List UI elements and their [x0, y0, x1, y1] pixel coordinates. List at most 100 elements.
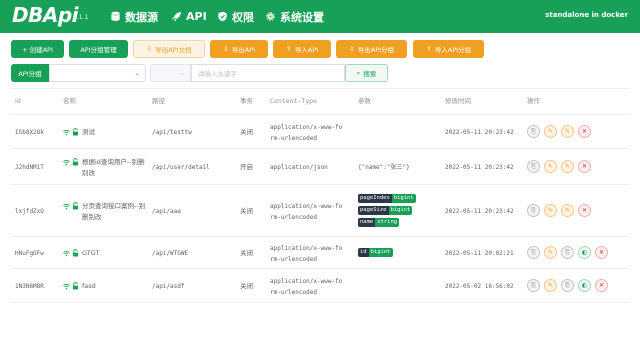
delete-button[interactable]: ✕: [578, 160, 591, 173]
import-api-label: 导入API: [294, 46, 319, 54]
copy-button[interactable]: ⎘: [527, 125, 540, 138]
col-header-path: 路径: [152, 97, 165, 105]
rocket-icon: [171, 12, 181, 21]
import-api-button[interactable]: ⇧ 导入API: [273, 40, 331, 58]
edit-button[interactable]: ✎: [561, 160, 574, 173]
edit-button[interactable]: ✎: [561, 204, 574, 217]
delete-icon: ✕: [598, 282, 605, 289]
api-transaction: 关闭: [240, 282, 253, 290]
edit-icon: ✎: [547, 128, 554, 135]
row-actions: ⎘ ✎ ⎘ ◐ ✕: [527, 246, 608, 259]
content-type-line: rm-urlencoded: [270, 214, 317, 221]
group-select[interactable]: ⌄: [49, 64, 146, 82]
content-type-line: rm-urlencoded: [270, 289, 317, 296]
row-actions: ⎘ ✎ ✎ ✕: [527, 204, 591, 217]
api-path: /api/user/detail: [152, 164, 210, 171]
lock-icon: [72, 202, 79, 210]
api-name[interactable]: 根据id查询用户--别删别改: [82, 157, 149, 179]
api-transaction: 开启: [240, 163, 253, 171]
name-icons: [63, 282, 79, 290]
toggle-button[interactable]: ◐: [578, 279, 591, 292]
delete-icon: ✕: [581, 128, 588, 135]
api-content-type: application/json: [270, 162, 356, 173]
wifi-icon: [63, 283, 70, 289]
upload-icon: ⇧: [285, 45, 292, 53]
copy-button[interactable]: ⎘: [527, 160, 540, 173]
copy-icon: ⎘: [531, 127, 536, 135]
delete-icon: ✕: [581, 163, 588, 170]
copy-button[interactable]: ⎘: [561, 279, 574, 292]
delete-button[interactable]: ✕: [578, 204, 591, 217]
delete-button[interactable]: ✕: [595, 279, 608, 292]
delete-button[interactable]: ✕: [595, 246, 608, 259]
row-actions: ⎘ ✎ ⎘ ◐ ✕: [527, 279, 608, 292]
api-name-cell: 测试: [63, 127, 149, 138]
keyword-input[interactable]: 请输入关键字: [191, 64, 345, 82]
upload-icon: ⇧: [425, 45, 432, 53]
shield-icon: [218, 11, 227, 22]
api-content-type: application/x-www-fo rm-urlencoded: [270, 201, 356, 223]
export-api-button[interactable]: ⇩ 导出API: [210, 40, 268, 58]
nav-api[interactable]: API: [171, 9, 207, 24]
table-row: ISb8X28k 测试 /api/testtw 关闭 application/x-w…: [11, 115, 629, 149]
nav-permission[interactable]: 权限: [217, 9, 254, 24]
name-icons: [63, 128, 79, 136]
edit-button[interactable]: ✎: [544, 125, 557, 138]
copy-icon: ⎘: [531, 281, 536, 289]
lock-icon: [72, 249, 79, 257]
copy-button[interactable]: ⎘: [561, 246, 574, 259]
api-name[interactable]: GTGT: [82, 248, 100, 259]
api-name-cell: GTGT: [63, 248, 149, 259]
lock-icon: [72, 128, 79, 136]
export-api-group-button[interactable]: ⇩ 导出API分组: [336, 40, 407, 58]
col-header-ops: 操作: [527, 97, 540, 105]
nav-datasource[interactable]: 数据源: [110, 9, 158, 24]
content-type-line: application/x-www-fo: [270, 203, 343, 210]
api-group-manage-button[interactable]: API分组管理: [69, 40, 128, 58]
chevron-down-icon: ⌄: [134, 69, 140, 77]
edit-icon: ✎: [564, 207, 571, 214]
edit-icon: ✎: [564, 163, 571, 170]
api-name[interactable]: fasd: [82, 281, 96, 292]
toggle-icon: ◐: [581, 282, 588, 289]
api-transaction: 关闭: [240, 249, 253, 257]
toggle-icon: ◐: [581, 249, 588, 256]
param-tag: pageIndex bigint: [358, 194, 416, 206]
api-name-cell: 分页查询接口案例--别删别改: [63, 201, 149, 223]
delete-icon: ✕: [581, 207, 588, 214]
name-icons: [63, 249, 79, 257]
api-name[interactable]: 测试: [82, 127, 95, 138]
copy-button[interactable]: ⎘: [527, 204, 540, 217]
wifi-icon: [63, 250, 70, 256]
nav-settings[interactable]: 系统设置: [265, 9, 324, 24]
copy-button[interactable]: ⎘: [527, 246, 540, 259]
lock-icon: [72, 282, 79, 290]
col-header-time: 修改时间: [445, 97, 471, 105]
param-tag: id bigint: [358, 248, 393, 260]
chevron-down-icon: ⌄: [179, 69, 185, 77]
edit-icon: ✎: [547, 163, 554, 170]
edit-button[interactable]: ✎: [544, 204, 557, 217]
search-field-select[interactable]: ⌄: [150, 64, 191, 82]
create-api-button[interactable]: + 创建API: [11, 40, 64, 58]
export-api-docs-button[interactable]: ⇩ 导出API文档: [133, 40, 205, 58]
export-api-label: 导出API: [231, 46, 256, 54]
download-icon: ⇩: [222, 45, 229, 53]
edit-button[interactable]: ✎: [544, 246, 557, 259]
delete-button[interactable]: ✕: [578, 125, 591, 138]
top-navbar: DBApi 3.1.1 数据源 API 权限 系统设置 standalone i…: [0, 0, 640, 33]
wifi-icon: [63, 129, 70, 135]
edit-button[interactable]: ✎: [544, 279, 557, 292]
api-name[interactable]: 分页查询接口案例--别删别改: [82, 201, 149, 223]
api-params-tags: id bigint: [358, 248, 393, 260]
app-logo[interactable]: DBApi: [12, 3, 79, 27]
edit-button[interactable]: ✎: [561, 125, 574, 138]
import-api-group-button[interactable]: ⇧ 导入API分组: [413, 40, 484, 58]
search-button[interactable]: ⌕ 搜索: [345, 64, 388, 82]
toggle-button[interactable]: ◐: [578, 246, 591, 259]
api-id: ISb8X28k: [15, 129, 44, 136]
edit-button[interactable]: ✎: [544, 160, 557, 173]
table-row: 1N3N6M8R fasd /api/asdf 关闭 application/x-w…: [11, 269, 629, 303]
copy-button[interactable]: ⎘: [527, 279, 540, 292]
api-id: 1N3N6M8R: [15, 283, 44, 290]
